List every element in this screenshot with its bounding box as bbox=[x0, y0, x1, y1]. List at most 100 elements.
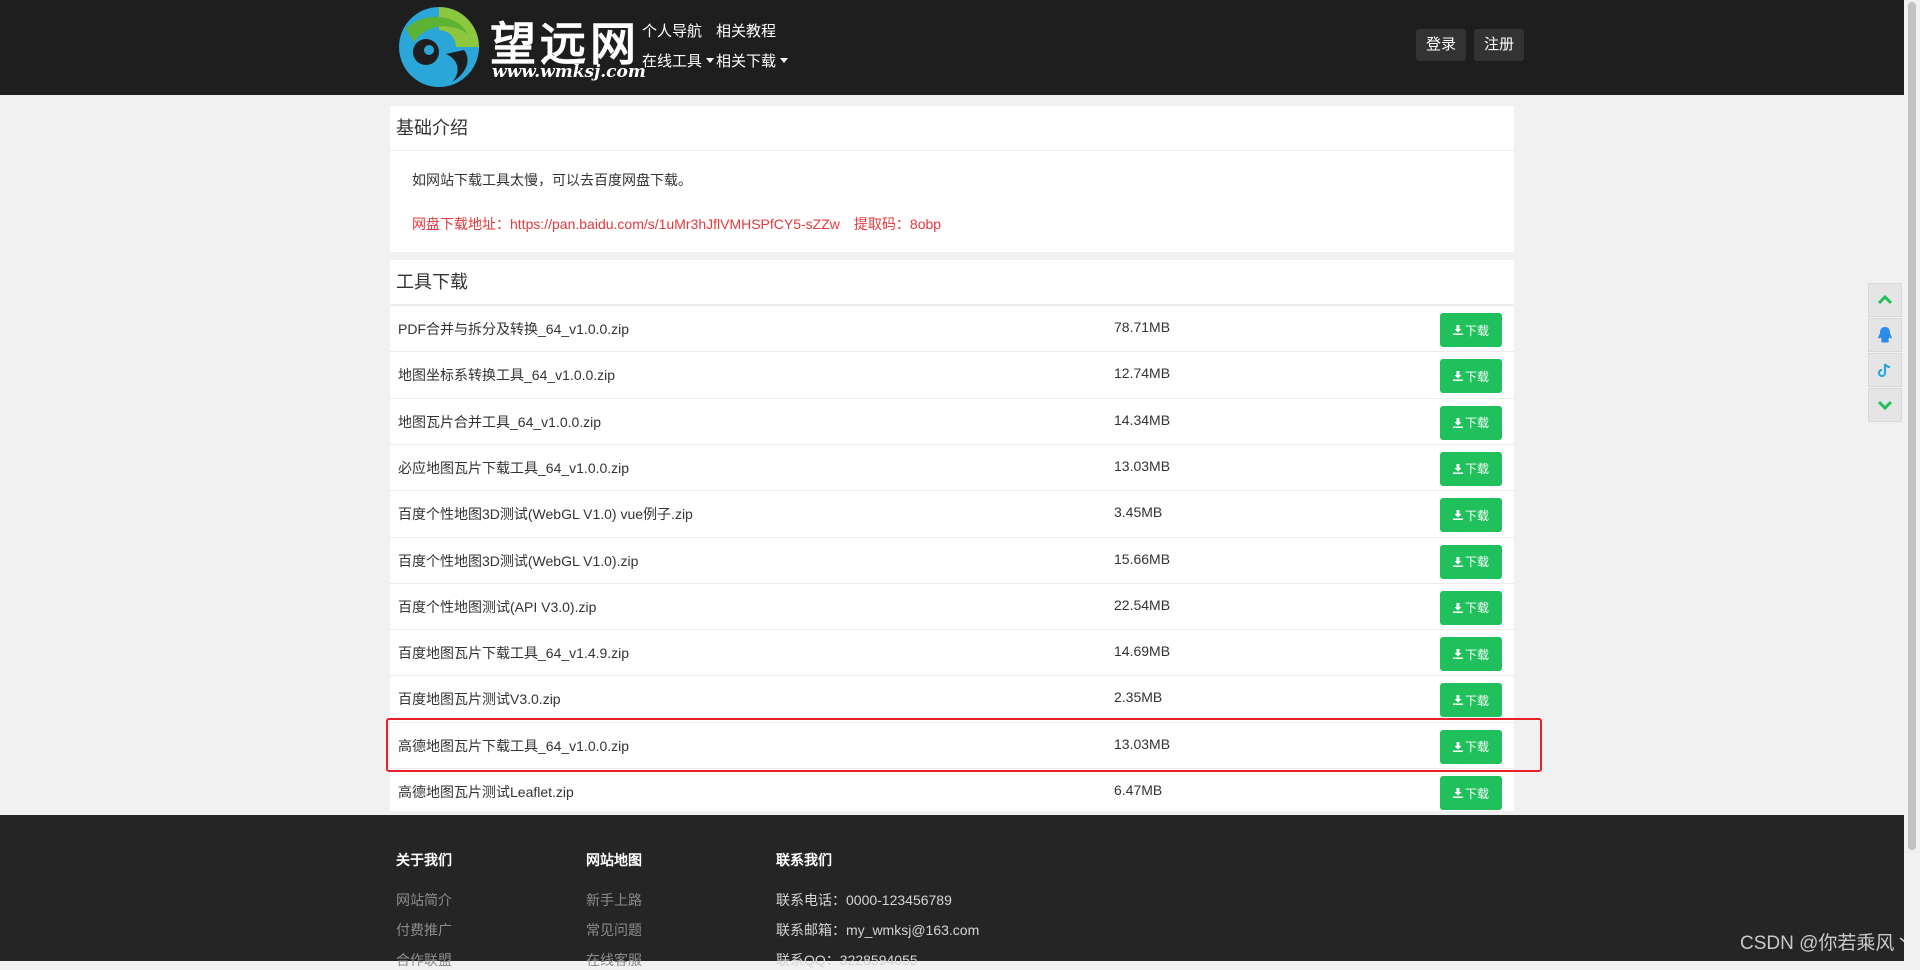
nav-label: 在线工具 bbox=[642, 53, 703, 70]
file-name: 百度个性地图测试(API V3.0).zip bbox=[398, 598, 597, 615]
table-row: 百度个性地图3D测试(WebGL V1.0) vue例子.zip 3.45MB 下载 bbox=[390, 490, 1514, 537]
intro-title: 基础介绍 bbox=[390, 106, 1514, 151]
top-navbar: 望远网 www.wmksj.com 个人导航 相关教程 在线工具 相关下载 登录… bbox=[0, 0, 1904, 95]
logo-url: www.wmksj.com bbox=[492, 62, 646, 82]
table-row: 高德地图瓦片测试Leaflet.zip 6.47MB 下载 bbox=[390, 768, 1514, 815]
footer-link[interactable]: 在线客服 bbox=[586, 950, 642, 970]
download-button[interactable]: 下载 bbox=[1440, 451, 1502, 486]
download-button[interactable]: 下载 bbox=[1440, 776, 1502, 810]
download-button-label: 下载 bbox=[1464, 693, 1489, 708]
nav-label: 个人导航 bbox=[642, 23, 703, 40]
file-size: 13.03MB bbox=[1114, 457, 1171, 474]
download-button[interactable]: 下载 bbox=[1440, 359, 1502, 394]
download-button[interactable]: 下载 bbox=[1440, 637, 1502, 672]
scrollbar-thumb[interactable] bbox=[1908, 2, 1916, 850]
contact-email: 联系邮箱：my_wmksj@163.com bbox=[776, 922, 980, 938]
download-button-label: 下载 bbox=[1464, 740, 1489, 755]
downloads-panel: 工具下载 PDF合并与拆分及转换_64_v1.0.0.zip 78.71MB 下载地… bbox=[390, 260, 1514, 811]
table-row: PDF合并与拆分及转换_64_v1.0.0.zip 78.71MB 下载 bbox=[390, 305, 1514, 352]
download-icon bbox=[1452, 649, 1463, 660]
footer-contact-title: 联系我们 bbox=[776, 852, 832, 868]
table-row: 地图坐标系转换工具_64_v1.0.0.zip 12.74MB 下载 bbox=[390, 351, 1514, 398]
download-icon bbox=[1452, 510, 1463, 521]
download-button[interactable]: 下载 bbox=[1440, 590, 1502, 625]
contact-qq: 联系QQ：3228594055 bbox=[776, 952, 918, 968]
logo-emblem-icon bbox=[399, 7, 479, 87]
register-button[interactable]: 注册 bbox=[1474, 29, 1525, 61]
table-row: 必应地图瓦片下载工具_64_v1.0.0.zip 13.03MB 下载 bbox=[390, 443, 1514, 491]
file-size: 15.66MB bbox=[1114, 550, 1171, 567]
nav-downloads[interactable]: 相关下载 bbox=[716, 50, 789, 71]
arrow-up-icon bbox=[1877, 294, 1893, 305]
tiktok-button[interactable] bbox=[1868, 353, 1902, 387]
download-button-label: 下载 bbox=[1464, 555, 1489, 569]
download-button-label: 下载 bbox=[1464, 647, 1489, 662]
footer-link[interactable]: 网站简介 bbox=[396, 890, 452, 910]
file-size: 2.35MB bbox=[1114, 689, 1163, 706]
qq-button[interactable] bbox=[1868, 318, 1902, 352]
download-button[interactable]: 下载 bbox=[1440, 544, 1502, 579]
pan-url[interactable]: 网盘下载地址：https://pan.baidu.com/s/1uMr3hJfl… bbox=[412, 216, 840, 232]
downloads-title: 工具下载 bbox=[390, 260, 1514, 305]
footer-link[interactable]: 付费推广 bbox=[396, 920, 452, 940]
site-logo[interactable]: 望远网 www.wmksj.com bbox=[396, 2, 646, 92]
footer-about-title: 关于我们 bbox=[396, 852, 452, 868]
footer: 关于我们 网站简介 付费推广 合作联盟 网站地图 新手上路 常见问题 在线客服 … bbox=[0, 815, 1904, 968]
scrollbar[interactable] bbox=[1904, 0, 1920, 961]
download-button[interactable]: 下载 bbox=[1440, 683, 1502, 718]
file-name: 百度个性地图3D测试(WebGL V1.0) vue例子.zip bbox=[398, 506, 693, 523]
file-name: 必应地图瓦片下载工具_64_v1.0.0.zip bbox=[398, 459, 630, 476]
watermark: CSDN @你若乘风丶 bbox=[1740, 933, 1914, 954]
download-button-label: 下载 bbox=[1464, 323, 1489, 338]
download-button-label: 下载 bbox=[1464, 601, 1489, 616]
download-icon bbox=[1452, 417, 1463, 428]
pan-download-link[interactable]: 网盘下载地址：https://pan.baidu.com/s/1uMr3hJfl… bbox=[412, 214, 955, 234]
nav-label: 相关教程 bbox=[716, 23, 777, 40]
scroll-top-button[interactable] bbox=[1868, 283, 1902, 317]
file-name: 高德地图瓦片下载工具_64_v1.0.0.zip bbox=[398, 737, 630, 754]
contact-phone: 联系电话：0000-123456789 bbox=[776, 892, 952, 908]
caret-down-icon bbox=[780, 58, 789, 63]
nav-online-tools[interactable]: 在线工具 bbox=[642, 50, 715, 71]
download-button[interactable]: 下载 bbox=[1440, 498, 1502, 533]
nav-tutorials[interactable]: 相关教程 bbox=[716, 20, 776, 41]
table-row: 百度个性地图测试(API V3.0).zip 22.54MB 下载 bbox=[390, 582, 1514, 630]
table-row: 百度地图瓦片下载工具_64_v1.4.9.zip 14.69MB 下载 bbox=[390, 629, 1514, 676]
download-button[interactable]: 下载 bbox=[1440, 313, 1502, 347]
download-icon bbox=[1452, 371, 1463, 382]
table-row: 百度个性地图3D测试(WebGL V1.0).zip 15.66MB 下载 bbox=[390, 536, 1514, 584]
file-size: 14.34MB bbox=[1114, 411, 1171, 428]
download-button-label: 下载 bbox=[1464, 786, 1489, 801]
intro-panel: 基础介绍 如网站下载工具太慢，可以去百度网盘下载。 网盘下载地址：https:/… bbox=[390, 106, 1514, 252]
file-name: 百度地图瓦片测试V3.0.zip bbox=[398, 691, 561, 708]
intro-text: 如网站下载工具太慢，可以去百度网盘下载。 bbox=[412, 172, 692, 188]
scroll-bottom-button[interactable] bbox=[1868, 388, 1902, 422]
download-button[interactable]: 下载 bbox=[1440, 405, 1502, 440]
file-size: 22.54MB bbox=[1114, 596, 1171, 613]
footer-sitemap-title: 网站地图 bbox=[586, 852, 642, 868]
footer-link[interactable]: 合作联盟 bbox=[396, 950, 452, 970]
file-name: PDF合并与拆分及转换_64_v1.0.0.zip bbox=[398, 321, 630, 337]
footer-link[interactable]: 新手上路 bbox=[586, 890, 642, 910]
file-size: 78.71MB bbox=[1114, 319, 1171, 335]
file-size: 3.45MB bbox=[1114, 504, 1163, 521]
caret-down-icon bbox=[706, 58, 715, 63]
download-icon bbox=[1452, 602, 1463, 613]
nav-personal-nav[interactable]: 个人导航 bbox=[642, 20, 702, 41]
download-button-label: 下载 bbox=[1464, 416, 1489, 431]
file-size: 13.03MB bbox=[1114, 735, 1171, 752]
download-icon bbox=[1452, 695, 1463, 706]
arrow-down-icon bbox=[1877, 400, 1893, 411]
table-row: 百度地图瓦片测试V3.0.zip 2.35MB 下载 bbox=[390, 675, 1514, 722]
download-button[interactable]: 下载 bbox=[1440, 729, 1502, 764]
qq-icon bbox=[1878, 327, 1892, 343]
footer-link[interactable]: 常见问题 bbox=[586, 920, 642, 940]
file-name: 地图瓦片合并工具_64_v1.0.0.zip bbox=[398, 413, 602, 430]
pan-extract-code: 提取码：8obp bbox=[853, 216, 942, 232]
file-size: 6.47MB bbox=[1114, 782, 1163, 798]
table-row-highlighted: 高德地图瓦片下载工具_64_v1.0.0.zip 13.03MB 下载 bbox=[390, 721, 1514, 769]
login-button[interactable]: 登录 bbox=[1416, 29, 1467, 61]
file-name: 百度地图瓦片下载工具_64_v1.4.9.zip bbox=[398, 645, 630, 662]
file-size: 14.69MB bbox=[1114, 643, 1171, 660]
file-name: 地图坐标系转换工具_64_v1.0.0.zip bbox=[398, 367, 616, 384]
